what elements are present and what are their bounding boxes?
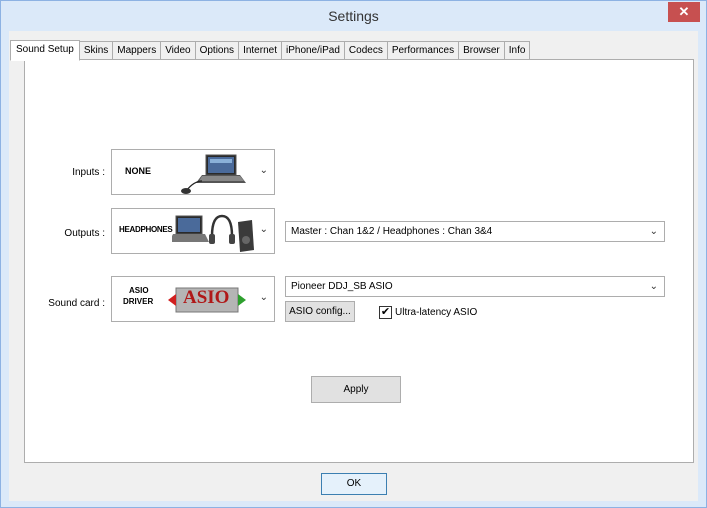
driver-line-1: ASIO [129,286,149,295]
inputs-label: Inputs : [72,167,105,178]
chevron-down-icon: ⌄ [649,226,658,237]
tab-browser[interactable]: Browser [459,41,505,60]
chevron-down-icon: ⌄ [259,224,268,235]
tab-info[interactable]: Info [504,41,531,60]
ultra-latency-label: Ultra-latency ASIO [395,307,478,318]
tab-internet[interactable]: Internet [239,41,282,60]
tab-sound-setup[interactable]: Sound Setup [10,40,80,61]
outputs-select[interactable]: HEADPHONES ⌄ [111,208,275,254]
close-button[interactable]: ✕ [668,2,700,22]
tab-mappers[interactable]: Mappers [113,41,162,60]
inputs-value-text: NONE [125,166,152,176]
tab-iphone-ipad[interactable]: iPhone/iPad [281,41,345,60]
inputs-select[interactable]: NONE ⌄ [111,149,275,195]
chevron-down-icon: ⌄ [649,281,658,292]
window-title: Settings [328,8,379,24]
soundcard-device-select[interactable]: Pioneer DDJ_SB ASIO ⌄ [285,276,665,297]
asio-logo-text: ASIO [183,287,230,308]
tab-codecs[interactable]: Codecs [344,41,388,60]
title-bar[interactable]: Settings ✕ [1,1,706,31]
tab-video[interactable]: Video [161,41,196,60]
tab-performances[interactable]: Performances [387,41,460,60]
soundcard-driver-select[interactable]: ASIO DRIVER ASIO ⌄ [111,276,275,322]
driver-line-2: DRIVER [123,297,154,306]
asio-config-button[interactable]: ASIO config... [285,301,355,322]
outputs-label: Outputs : [64,228,105,239]
chevron-down-icon: ⌄ [259,165,268,176]
outputs-value-text: HEADPHONES [119,225,173,234]
ultra-latency-checkbox[interactable]: ✔ [379,306,392,319]
sound-setup-panel: Inputs : NONE ⌄ Outputs : HEADPHONES ⌄ M… [24,59,694,463]
apply-button[interactable]: Apply [311,376,401,403]
chevron-down-icon: ⌄ [259,292,268,303]
laptop-headphones-speaker-icon [172,214,254,252]
laptop-mouse-icon [181,154,246,194]
soundcard-label: Sound card : [48,298,105,309]
soundcard-device-value: Pioneer DDJ_SB ASIO [291,281,393,292]
ok-button[interactable]: OK [321,473,387,495]
tab-bar: Sound Setup Skins Mappers Video Options … [10,40,531,61]
output-channel-select[interactable]: Master : Chan 1&2 / Headphones : Chan 3&… [285,221,665,242]
ultra-latency-checkbox-row[interactable]: ✔ Ultra-latency ASIO [379,306,477,319]
tab-options[interactable]: Options [195,41,240,60]
output-channel-value: Master : Chan 1&2 / Headphones : Chan 3&… [291,226,493,237]
tab-skins[interactable]: Skins [79,41,114,60]
